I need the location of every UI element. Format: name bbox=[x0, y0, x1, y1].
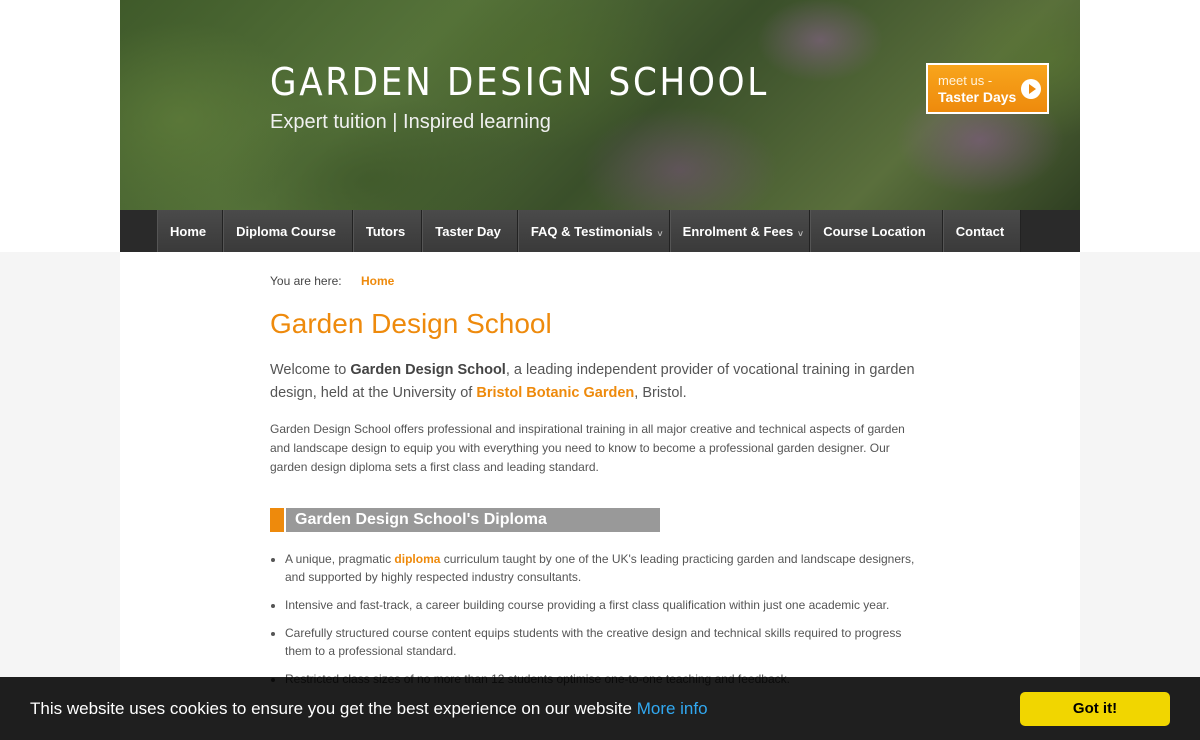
header: GARDEN DESIGN SCHOOL Expert tuition | In… bbox=[0, 0, 1200, 252]
nav-item-faq-testimonials[interactable]: FAQ & Testimonials ˅ bbox=[517, 210, 670, 252]
chevron-down-icon: ˅ bbox=[797, 229, 804, 239]
diploma-link[interactable]: diploma bbox=[394, 552, 440, 566]
nav-item-home[interactable]: Home bbox=[157, 210, 224, 252]
nav-item-tutors[interactable]: Tutors bbox=[352, 210, 423, 252]
list-item: Intensive and fast-track, a career build… bbox=[285, 596, 925, 614]
site-tagline: Expert tuition | Inspired learning bbox=[270, 111, 551, 133]
taster-days-button[interactable]: meet us - Taster Days bbox=[926, 63, 1049, 114]
main-nav: Home Diploma Course Tutors Taster Day FAQ & … bbox=[120, 210, 1080, 252]
nav-item-label: Contact bbox=[955, 223, 1005, 239]
page-title: Garden Design School bbox=[270, 308, 552, 339]
cookie-banner: This website uses cookies to ensure you … bbox=[0, 677, 1200, 740]
nav-item-label: Tutors bbox=[365, 223, 406, 239]
breadcrumb: You are here: Home bbox=[270, 274, 394, 288]
chevron-down-icon: ˅ bbox=[657, 229, 663, 239]
list-item: A unique, pragmatic diploma curriculum t… bbox=[285, 550, 925, 586]
intro-paragraph: Welcome to Garden Design School, a leadi… bbox=[270, 359, 920, 405]
cookie-more-info-link[interactable]: More info bbox=[637, 699, 708, 718]
section-heading-title: Garden Design School's Diploma bbox=[286, 508, 660, 532]
intro-text-1: Welcome to bbox=[270, 362, 351, 378]
header-banner-image: GARDEN DESIGN SCHOOL Expert tuition | In… bbox=[120, 0, 1080, 210]
list-item: Carefully structured course content equi… bbox=[285, 624, 925, 660]
nav-item-label: Diploma Course bbox=[236, 223, 336, 239]
cookie-text: This website uses cookies to ensure you … bbox=[30, 699, 632, 718]
cookie-accept-button[interactable]: Got it! bbox=[1020, 692, 1170, 726]
list-item-text: A unique, pragmatic bbox=[285, 552, 395, 566]
nav-item-label: FAQ & Testimonials bbox=[530, 223, 653, 239]
nav-item-label: Home bbox=[170, 223, 207, 239]
intro-bold-name: Garden Design School bbox=[350, 362, 506, 378]
breadcrumb-home-link[interactable]: Home bbox=[361, 274, 394, 288]
nav-item-course-location[interactable]: Course Location bbox=[810, 210, 943, 252]
section-heading-accent bbox=[270, 508, 284, 532]
play-arrow-icon bbox=[1021, 79, 1041, 99]
nav-item-enrolment-fees[interactable]: Enrolment & Fees ˅ bbox=[669, 210, 811, 252]
diploma-features-list: A unique, pragmatic diploma curriculum t… bbox=[285, 550, 925, 698]
list-item-text: Carefully structured course content equi… bbox=[285, 626, 902, 658]
cookie-message: This website uses cookies to ensure you … bbox=[30, 699, 708, 719]
nav-item-label: Course Location bbox=[823, 223, 926, 239]
section-heading: Garden Design School's Diploma bbox=[270, 508, 660, 532]
main-content: You are here: Home Garden Design School … bbox=[120, 252, 1080, 740]
nav-item-label: Taster Day bbox=[435, 223, 501, 239]
nav-item-contact[interactable]: Contact bbox=[942, 210, 1022, 252]
breadcrumb-prefix: You are here: bbox=[270, 274, 342, 288]
description-paragraph: Garden Design School offers professional… bbox=[270, 422, 905, 474]
intro-text-3: , Bristol. bbox=[634, 385, 687, 401]
site-logo-title[interactable]: GARDEN DESIGN SCHOOL bbox=[270, 60, 769, 104]
bristol-botanic-garden-link[interactable]: Bristol Botanic Garden bbox=[476, 385, 634, 401]
nav-item-diploma-course[interactable]: Diploma Course bbox=[223, 210, 353, 252]
nav-item-taster-day[interactable]: Taster Day bbox=[422, 210, 518, 252]
list-item-text: Intensive and fast-track, a career build… bbox=[285, 598, 890, 612]
nav-item-label: Enrolment & Fees bbox=[682, 223, 794, 239]
